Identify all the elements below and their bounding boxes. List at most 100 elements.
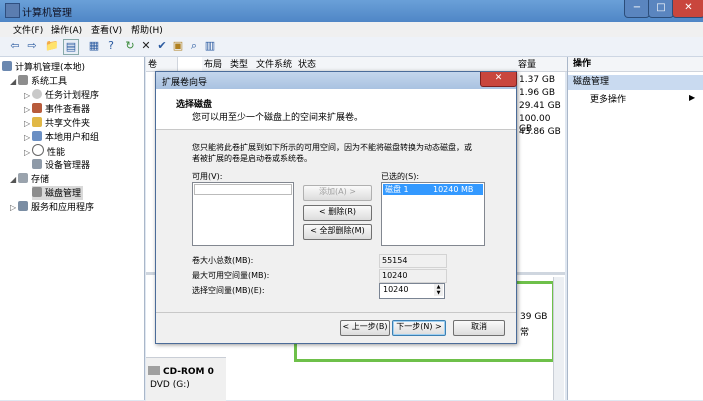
up-folder-icon[interactable]: 📁 bbox=[45, 39, 59, 53]
max-space-value: 10240 bbox=[379, 269, 447, 283]
expand-triangle-icon[interactable]: ▷ bbox=[10, 203, 18, 212]
show-tree-icon[interactable]: ▤ bbox=[63, 39, 79, 55]
close-icon: ✕ bbox=[684, 2, 693, 13]
search-icon[interactable]: ⌕ bbox=[187, 39, 201, 53]
actions-pane: 操作 磁盘管理 更多操作 ▶ bbox=[567, 57, 703, 400]
expand-triangle-icon[interactable]: ▷ bbox=[24, 119, 32, 128]
capacity-cell: 43.86 GB bbox=[519, 127, 561, 137]
tree-item-shared-folders[interactable]: ▷ 共享文件夹 bbox=[24, 116, 90, 130]
minimize-button[interactable]: − bbox=[624, 0, 650, 18]
menu-action[interactable]: 操作(A) bbox=[51, 23, 82, 36]
menu-view[interactable]: 查看(V) bbox=[91, 23, 122, 36]
computer-management-icon bbox=[5, 3, 20, 18]
selected-disk-item[interactable]: 磁盘 1 10240 MB bbox=[383, 184, 483, 195]
column-header-volume[interactable]: 卷 bbox=[146, 57, 178, 72]
refresh-icon[interactable]: ↻ bbox=[123, 39, 137, 53]
console-tree: 计算机管理(本地) ◢ 系统工具 ▷ 任务计划程序 ▷ 事件查看器 ▷ 共享文件夹 ▷ 本… bbox=[0, 57, 145, 400]
add-button[interactable]: 添加(A) > bbox=[303, 185, 372, 201]
toolbar: ⇦ ⇨ 📁 ▤ ▦ ? ↻ ✕ ✔ ▣ ⌕ ▥ bbox=[0, 37, 703, 57]
column-header-filesystem[interactable]: 文件系统 bbox=[254, 57, 299, 72]
total-size-label: 卷大小总数(MB): bbox=[192, 256, 254, 265]
collapse-triangle-icon[interactable]: ◢ bbox=[10, 77, 18, 86]
help-icon[interactable]: ? bbox=[104, 39, 118, 53]
disk-icon bbox=[32, 187, 42, 197]
tree-item-event-viewer[interactable]: ▷ 事件查看器 bbox=[24, 102, 90, 116]
expand-triangle-icon[interactable]: ▷ bbox=[24, 105, 32, 114]
cdrom-icon bbox=[148, 366, 160, 375]
dialog-subheading: 您可以用至少一个磁盘上的空间来扩展卷。 bbox=[192, 113, 364, 123]
column-header-layout[interactable]: 布局 bbox=[202, 57, 231, 72]
tree-item-local-users[interactable]: ▷ 本地用户和组 bbox=[24, 130, 99, 144]
close-button[interactable]: ✕ bbox=[672, 0, 703, 18]
submenu-arrow-icon: ▶ bbox=[689, 93, 696, 102]
selected-disks-list[interactable]: 磁盘 1 10240 MB bbox=[381, 182, 485, 246]
capacity-cell: 29.41 GB bbox=[519, 101, 561, 111]
column-header-status[interactable]: 状态 bbox=[296, 57, 519, 72]
maximize-button[interactable]: □ bbox=[648, 0, 674, 18]
select-space-input[interactable]: 10240 bbox=[383, 285, 408, 294]
menu-file[interactable]: 文件(F) bbox=[13, 23, 43, 36]
performance-icon bbox=[32, 144, 44, 156]
open-folder-icon[interactable]: ▣ bbox=[171, 39, 185, 53]
storage-icon bbox=[18, 173, 28, 183]
remove-button[interactable]: < 删除(R) bbox=[303, 205, 372, 221]
menu-help[interactable]: 帮助(H) bbox=[131, 23, 163, 36]
tree-item-services[interactable]: ▷ 服务和应用程序 bbox=[10, 200, 94, 214]
expand-triangle-icon[interactable]: ▷ bbox=[24, 148, 32, 157]
column-header-type[interactable]: 类型 bbox=[228, 57, 257, 72]
close-icon: ✕ bbox=[494, 73, 503, 83]
list-view-icon[interactable]: ▥ bbox=[203, 39, 217, 53]
dialog-close-button[interactable]: ✕ bbox=[480, 72, 517, 87]
shared-folder-icon bbox=[32, 117, 42, 127]
vertical-scrollbar[interactable] bbox=[553, 277, 564, 400]
collapse-triangle-icon[interactable]: ◢ bbox=[10, 175, 18, 184]
tree-item-device-manager[interactable]: 设备管理器 bbox=[32, 158, 90, 172]
total-size-value: 55154 bbox=[379, 254, 447, 268]
tree-item-disk-management[interactable]: 磁盘管理 bbox=[32, 186, 84, 200]
extend-volume-wizard: 扩展卷向导 ✕ 选择磁盘 您可以用至少一个磁盘上的空间来扩展卷。 您只能将此卷扩… bbox=[155, 71, 517, 344]
window-title-bar: 计算机管理 − □ ✕ bbox=[0, 0, 703, 22]
clock-icon bbox=[32, 89, 42, 99]
actions-section-disk-management[interactable]: 磁盘管理 bbox=[568, 75, 703, 90]
tree-item-root[interactable]: 计算机管理(本地) bbox=[2, 60, 85, 74]
computer-icon bbox=[2, 61, 12, 71]
services-icon bbox=[18, 201, 28, 211]
partition-size: 39 GB bbox=[520, 312, 548, 322]
available-disks-list[interactable] bbox=[192, 182, 294, 246]
cancel-button[interactable]: 取消 bbox=[453, 320, 505, 336]
selected-label: 已选的(S): bbox=[381, 172, 420, 181]
remove-all-button[interactable]: < 全部删除(M) bbox=[303, 224, 372, 240]
next-button[interactable]: 下一步(N) > bbox=[392, 320, 446, 336]
cdrom-drive: DVD (G:) bbox=[150, 380, 190, 390]
tree-item-performance[interactable]: ▷ 性能 bbox=[24, 144, 65, 158]
cdrom-row-header[interactable]: CD-ROM 0 DVD (G:) bbox=[146, 357, 226, 401]
capacity-cell: 1.96 GB bbox=[519, 88, 556, 98]
dialog-title-bar: 扩展卷向导 ✕ bbox=[156, 72, 517, 89]
delete-icon[interactable]: ✕ bbox=[139, 39, 153, 53]
event-viewer-icon bbox=[32, 103, 42, 113]
back-arrow-icon[interactable]: ⇦ bbox=[8, 39, 22, 53]
select-space-stepper[interactable]: 10240 ▲ ▼ bbox=[379, 283, 445, 299]
checkmark-icon[interactable]: ✔ bbox=[155, 39, 169, 53]
dialog-heading: 选择磁盘 bbox=[176, 100, 213, 110]
expand-triangle-icon[interactable]: ▷ bbox=[24, 133, 32, 142]
tree-item-system-tools[interactable]: ◢ 系统工具 bbox=[10, 74, 67, 88]
tree-item-storage[interactable]: ◢ 存储 bbox=[10, 172, 49, 186]
dialog-header: 选择磁盘 您可以用至少一个磁盘上的空间来扩展卷。 bbox=[156, 89, 516, 130]
dialog-note: 您只能将此卷扩展到如下所示的可用空间，因为不能将磁盘转换为动态磁盘，或 者被扩展… bbox=[192, 143, 472, 163]
spin-down-icon[interactable]: ▼ bbox=[434, 290, 443, 296]
column-header-capacity[interactable]: 容量 bbox=[516, 57, 568, 72]
device-manager-icon bbox=[32, 159, 42, 169]
expand-triangle-icon[interactable]: ▷ bbox=[24, 91, 32, 100]
window-title: 计算机管理 bbox=[22, 8, 72, 19]
menu-bar: 文件(F) 操作(A) 查看(V) 帮助(H) bbox=[0, 22, 703, 37]
capacity-cell: 1.37 GB bbox=[519, 75, 556, 85]
available-list-focus bbox=[194, 184, 292, 195]
maximize-icon: □ bbox=[656, 2, 666, 13]
tree-item-task-scheduler[interactable]: ▷ 任务计划程序 bbox=[24, 88, 99, 102]
available-label: 可用(V): bbox=[192, 172, 223, 181]
more-actions-link[interactable]: 更多操作 bbox=[590, 93, 626, 107]
back-button[interactable]: < 上一步(B) bbox=[340, 320, 390, 336]
forward-arrow-icon[interactable]: ⇨ bbox=[25, 39, 39, 53]
properties-icon[interactable]: ▦ bbox=[87, 39, 101, 53]
